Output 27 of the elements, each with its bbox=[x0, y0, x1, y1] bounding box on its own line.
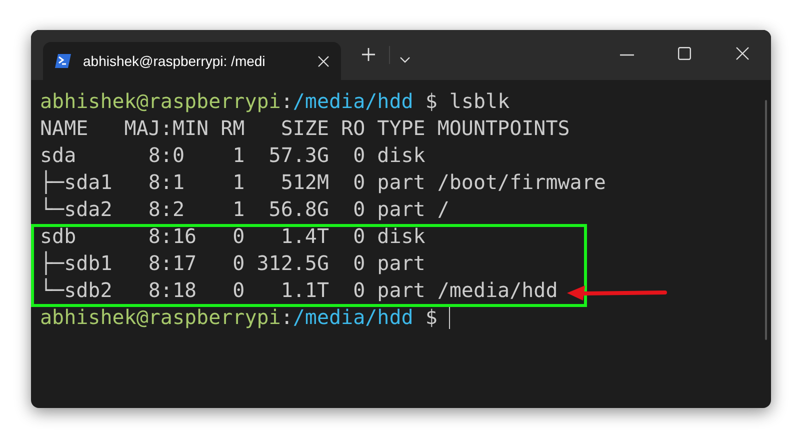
output-line: └─sda2 8:2 1 56.8G 0 part / bbox=[40, 196, 450, 223]
terminal-tab[interactable]: abhishek@raspberrypi: /medi bbox=[43, 42, 341, 80]
text-cursor bbox=[449, 306, 450, 328]
prompt-separator: : bbox=[280, 304, 293, 331]
terminal-icon bbox=[55, 54, 71, 68]
output-line: sda 8:0 1 57.3G 0 disk bbox=[40, 142, 426, 169]
maximize-icon[interactable] bbox=[678, 47, 691, 60]
close-icon[interactable] bbox=[736, 47, 749, 60]
output-line: ├─sda1 8:1 1 512M 0 part /boot/firmware bbox=[40, 169, 606, 196]
output-line: NAME MAJ:MIN RM SIZE RO TYPE MOUNTPOINTS bbox=[40, 115, 570, 142]
add-tab-icon[interactable] bbox=[362, 48, 375, 61]
prompt-user-host: abhishek@raspberrypi bbox=[40, 304, 281, 331]
command-text: lsblk bbox=[448, 88, 510, 115]
output-line: ├─sdb1 8:17 0 312.5G 0 part bbox=[40, 250, 426, 277]
prompt-separator: : bbox=[280, 88, 293, 115]
output-line: └─sdb2 8:18 0 1.1T 0 part /media/hdd bbox=[40, 277, 558, 304]
prompt-path: /media/hdd bbox=[292, 88, 414, 115]
minimize-icon[interactable] bbox=[620, 54, 634, 56]
close-icon[interactable] bbox=[318, 56, 329, 66]
chevron-down-icon[interactable] bbox=[400, 57, 410, 63]
scrollbar[interactable] bbox=[765, 100, 767, 340]
output-line: sdb 8:16 0 1.4T 0 disk bbox=[40, 223, 426, 250]
prompt-symbol: $ bbox=[424, 88, 438, 115]
prompt-path: /media/hdd bbox=[292, 304, 414, 331]
prompt-symbol: $ bbox=[424, 304, 438, 331]
tab-title: abhishek@raspberrypi: /medi bbox=[83, 52, 266, 71]
prompt-user-host: abhishek@raspberrypi bbox=[40, 88, 281, 115]
